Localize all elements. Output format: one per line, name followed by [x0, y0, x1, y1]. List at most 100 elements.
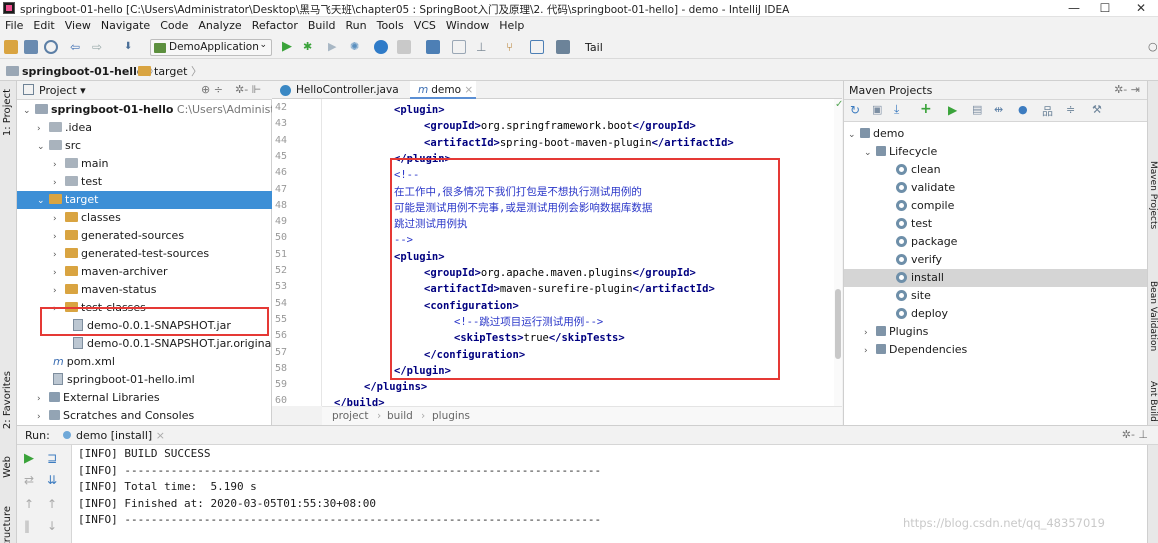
project-tool-tab[interactable]: 1: Project	[2, 89, 13, 136]
run-settings-icon[interactable]: ✲- ⊥	[1122, 428, 1148, 441]
tree-item-generated-sources[interactable]: › generated-sources	[53, 227, 184, 245]
run-icon[interactable]: ▶	[282, 40, 296, 54]
maximize-button[interactable]: ☐	[1095, 1, 1115, 15]
project-structure-icon[interactable]	[452, 40, 466, 54]
terminal-icon[interactable]	[530, 40, 544, 54]
menu-refactor[interactable]: Refactor	[247, 17, 303, 37]
tree-item-main[interactable]: › main	[53, 155, 108, 173]
settings-icon[interactable]	[426, 40, 440, 54]
sort-down-icon[interactable]: ⇊	[47, 473, 57, 487]
tree-item-src[interactable]: ⌄ src	[37, 137, 81, 155]
back-arrow-icon[interactable]: ⇦	[70, 40, 84, 54]
generate-icon[interactable]: ▣	[872, 103, 882, 116]
open-folder-icon[interactable]	[4, 40, 18, 54]
tree-item-target[interactable]: ⌄ target	[17, 191, 272, 209]
ant-build-tool-tab[interactable]: Ant Build	[1148, 381, 1158, 422]
menu-edit[interactable]: Edit	[28, 17, 59, 37]
menu-view[interactable]: View	[60, 17, 96, 37]
skip-tests-icon[interactable]: ●	[1018, 103, 1028, 116]
rerun-icon[interactable]: ▶	[24, 451, 34, 466]
gear-icon[interactable]: ✲- ⊩	[235, 83, 261, 96]
tree-item-idea[interactable]: › .idea	[37, 119, 92, 137]
run-config-select[interactable]: DemoApplication ⌄	[150, 39, 272, 56]
maven-settings-icon[interactable]: ✲- ⇥	[1114, 83, 1140, 96]
offline-icon[interactable]: ⇹	[994, 103, 1003, 116]
breadcrumb-target[interactable]: target 〉	[138, 63, 202, 79]
tab-hello-controller[interactable]: HelloController.java ×	[276, 81, 408, 114]
maven-dependencies[interactable]: › Dependencies	[864, 341, 967, 359]
scroll-from-source-icon[interactable]: ⊕ ÷	[201, 83, 223, 96]
tree-item-generated-test-sources[interactable]: › generated-test-sources	[53, 245, 209, 263]
stop-run-icon[interactable]: ⇄	[24, 473, 34, 487]
vcs-icon[interactable]: ⑂	[506, 40, 520, 54]
bean-validation-tool-tab[interactable]: Bean Validation	[1148, 281, 1158, 351]
execute-icon[interactable]: ▤	[972, 103, 982, 116]
debug-icon[interactable]: ✱	[303, 40, 317, 54]
crumb-plugins[interactable]: plugins	[432, 410, 470, 422]
project-panel-title[interactable]: Project ▾	[39, 84, 86, 97]
tasks-icon[interactable]	[556, 40, 570, 54]
tree-item-external-libraries[interactable]: › External Libraries	[37, 389, 160, 407]
run-tab-demo-install[interactable]: demo [install] ×	[76, 429, 165, 442]
maven-projects-tool-tab[interactable]: Maven Projects	[1148, 161, 1158, 229]
forward-arrow-icon[interactable]: ⇨	[92, 40, 106, 54]
menu-code[interactable]: Code	[155, 17, 193, 37]
stop-icon[interactable]	[397, 40, 411, 54]
close-button[interactable]: ✕	[1131, 1, 1151, 15]
tree-item-jar-original[interactable]: demo-0.0.1-SNAPSHOT.jar.original	[73, 335, 274, 353]
maven-phase-clean[interactable]: clean	[896, 161, 941, 179]
sdk-icon[interactable]: ⊥	[476, 40, 490, 54]
wrench-icon[interactable]: ⚒	[1092, 103, 1102, 116]
toggle-tree-icon[interactable]: ⊒	[47, 451, 57, 465]
maven-root[interactable]: ⌄ demo	[848, 125, 904, 143]
maven-phase-validate[interactable]: validate	[896, 179, 955, 197]
sync-icon[interactable]	[44, 40, 58, 54]
scroll-down-icon[interactable]: ↓	[47, 519, 57, 533]
breadcrumb-project[interactable]: springboot-01-hello 〉	[6, 63, 159, 79]
menu-analyze[interactable]: Analyze	[193, 17, 246, 37]
menu-run[interactable]: Run	[341, 17, 372, 37]
profile-icon[interactable]: ✺	[350, 40, 364, 54]
tree-root[interactable]: ⌄ springboot-01-hello C:\Users\Administra…	[23, 101, 297, 119]
show-deps-icon[interactable]: 品	[1042, 103, 1053, 119]
collapse-icon[interactable]: ≑	[1066, 103, 1075, 116]
build-icon[interactable]: ⬇	[124, 40, 138, 54]
tree-item-classes[interactable]: › classes	[53, 209, 121, 227]
tree-item-test[interactable]: › test	[53, 173, 102, 191]
maven-phase-compile[interactable]: compile	[896, 197, 954, 215]
minimize-button[interactable]: —	[1064, 1, 1084, 15]
tree-item-iml[interactable]: springboot-01-hello.iml	[53, 371, 195, 389]
editor-scrollbar[interactable]: ✓	[834, 99, 843, 406]
tree-item-scratches[interactable]: › Scratches and Consoles	[37, 407, 194, 425]
scroll-up-icon[interactable]: ↑	[47, 497, 57, 511]
scrollbar-thumb[interactable]	[835, 289, 841, 359]
tree-item-pom[interactable]: m pom.xml	[53, 353, 115, 371]
menu-file[interactable]: File	[0, 17, 28, 37]
maven-phase-deploy[interactable]: deploy	[896, 305, 948, 323]
favorites-tool-tab[interactable]: 2: Favorites	[2, 371, 13, 429]
search-icon[interactable]: ○	[1148, 40, 1158, 54]
maven-lifecycle[interactable]: ⌄ Lifecycle	[864, 143, 937, 161]
save-icon[interactable]	[24, 40, 38, 54]
menu-vcs[interactable]: VCS	[409, 17, 441, 37]
download-icon[interactable]: ⤓	[894, 102, 899, 117]
crumb-build[interactable]: build	[387, 410, 413, 422]
crumb-project[interactable]: project	[332, 410, 368, 422]
maven-phase-verify[interactable]: verify	[896, 251, 942, 269]
update-icon[interactable]	[374, 40, 388, 54]
pause-icon[interactable]: ‖	[24, 519, 30, 533]
menu-tools[interactable]: Tools	[372, 17, 409, 37]
maven-phase-test[interactable]: test	[896, 215, 932, 233]
up-arrow-icon[interactable]: ↑	[24, 497, 34, 511]
menu-build[interactable]: Build	[303, 17, 341, 37]
maven-phase-package[interactable]: package	[896, 233, 957, 251]
refresh-icon[interactable]: ↻	[850, 103, 860, 117]
maven-phase-install[interactable]: install	[844, 269, 1148, 287]
menu-window[interactable]: Window	[441, 17, 494, 37]
maven-plugins[interactable]: › Plugins	[864, 323, 928, 341]
tab-demo[interactable]: m demo ×	[410, 81, 476, 99]
structure-tool-tab[interactable]: Structure	[2, 506, 13, 543]
tail-button[interactable]: Tail	[585, 41, 603, 54]
menu-navigate[interactable]: Navigate	[96, 17, 155, 37]
web-tool-tab[interactable]: Web	[2, 456, 13, 478]
